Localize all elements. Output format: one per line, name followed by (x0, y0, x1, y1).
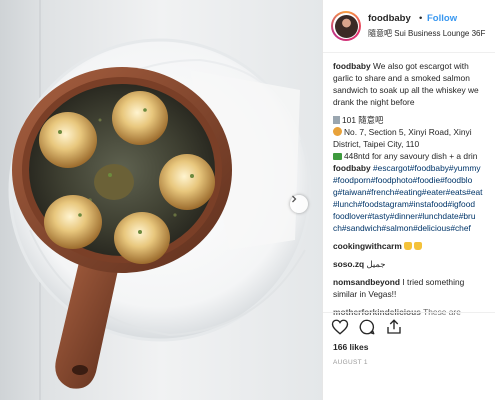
location-link[interactable]: 隨意吧 Sui Business Lounge 36F (368, 28, 485, 39)
comments-section: foodbaby We also got escargot with garli… (333, 60, 495, 320)
share-button[interactable] (385, 318, 403, 336)
post-header: foodbaby • Follow 隨意吧 Sui Business Loung… (323, 0, 495, 53)
heart-icon (331, 319, 349, 335)
address-line: District, Taipei City, 110 (333, 139, 420, 149)
caption-line: sandwich to soak up all the whiskey we (333, 85, 479, 95)
hashtag-line[interactable]: #lunch#foodstagram#instafood#igfood (333, 198, 495, 210)
venue-line: 101 隨意吧 (342, 115, 384, 125)
thumbs-up-icon (413, 242, 422, 250)
caption-line: We also got escargot with (373, 61, 469, 71)
chevron-right-icon (292, 195, 297, 203)
comment-username[interactable]: cookingwithcarm (333, 241, 402, 251)
price-line: 448ntd for any savoury dish + a drin (344, 151, 478, 161)
caption-username[interactable]: foodbaby (333, 61, 371, 71)
thumbs-up-icon (403, 242, 412, 250)
hashtag-line[interactable]: ch#sandwich#salmon#delicious#chef (333, 222, 495, 234)
money-icon (333, 153, 342, 160)
comment-item: cookingwithcarm (333, 240, 495, 252)
comment-text: similar in Vegas!! (333, 289, 397, 299)
comment-item: nomsandbeyond I tried something (333, 276, 495, 288)
pin-icon (333, 127, 342, 136)
hashtag-line[interactable]: g#taiwan#french#eating#eater#eats#eat (333, 186, 495, 198)
escargot-dish-image (8, 0, 312, 400)
comment-username[interactable]: soso.zq (333, 259, 364, 269)
caption-line: garlic to share and a smoked salmon (333, 73, 470, 83)
post-sidebar: foodbaby • Follow 隨意吧 Sui Business Loung… (322, 0, 495, 400)
header-username[interactable]: foodbaby (368, 13, 411, 24)
building-icon (333, 116, 340, 124)
comment-button[interactable] (358, 318, 376, 336)
hashtag-username[interactable]: foodbaby (333, 163, 371, 173)
comment-item: soso.zq جميل (333, 258, 495, 270)
next-photo-button[interactable] (290, 195, 308, 213)
like-button[interactable] (331, 318, 349, 336)
post-date: AUGUST 1 (333, 359, 368, 366)
follow-button[interactable]: Follow (427, 13, 457, 24)
likes-count[interactable]: 166 likes (333, 342, 368, 352)
hashtag-line[interactable]: foodlover#tasty#dinner#lunchdate#bru (333, 210, 495, 222)
share-icon (387, 319, 401, 334)
post-photo (0, 0, 322, 400)
comment-text: جميل (366, 259, 386, 269)
comment-username[interactable]: nomsandbeyond (333, 277, 400, 287)
actions-divider (323, 312, 495, 314)
comment-icon (359, 319, 375, 335)
comment-text: I tried something (402, 277, 465, 287)
avatar[interactable] (331, 11, 361, 41)
caption-line: drank the night before (333, 97, 415, 107)
hashtag-line[interactable]: #foodporn#foodphoto#foodie#foodblo (333, 174, 495, 186)
address-line: No. 7, Section 5, Xinyi Road, Xinyi (344, 127, 472, 137)
header-separator: • (419, 13, 423, 24)
hashtag-line[interactable]: #escargot#foodbaby#yummy (373, 163, 481, 173)
